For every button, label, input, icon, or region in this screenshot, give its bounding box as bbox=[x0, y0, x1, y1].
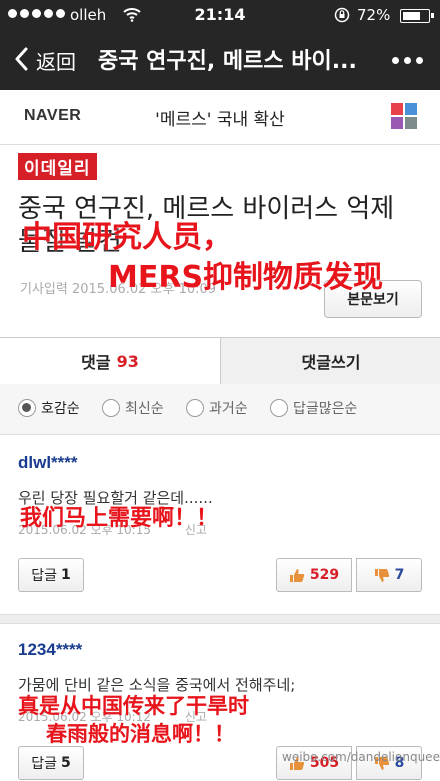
comment-divider bbox=[0, 614, 440, 624]
press-logo: 이데일리 bbox=[18, 153, 97, 180]
comment-count: 93 bbox=[116, 351, 139, 371]
more-options-icon[interactable] bbox=[392, 57, 423, 64]
overlay-caption-comment-1: 我们马上需要啊！！ bbox=[20, 506, 219, 531]
tab-comments[interactable]: 댓글 93 bbox=[0, 338, 220, 384]
status-bar: olleh 21:14 72% bbox=[0, 0, 440, 30]
dislike-button[interactable]: 7 bbox=[356, 558, 422, 592]
sort-label: 호감순 bbox=[41, 401, 80, 417]
sort-option-most-replies[interactable]: 답글많은순 bbox=[270, 398, 357, 418]
rotation-lock-icon bbox=[334, 7, 350, 23]
sort-label: 과거순 bbox=[209, 401, 248, 417]
chevron-left-icon[interactable] bbox=[14, 47, 28, 71]
watermark: weibo.com/dandelionqueen bbox=[282, 750, 440, 764]
sort-options: 호감순 최신순 과거순 답글많은순 bbox=[0, 384, 440, 435]
top-bar: olleh 21:14 72% 返回 중국 연구진, 메르스 바이... bbox=[0, 0, 440, 90]
sort-label: 최신순 bbox=[125, 401, 164, 417]
sort-option-newest[interactable]: 최신순 bbox=[102, 398, 164, 418]
like-button[interactable]: 529 bbox=[276, 558, 352, 592]
naver-header: NAVER '메르스' 국내 확산 bbox=[0, 90, 440, 145]
radio-icon[interactable] bbox=[186, 399, 204, 417]
overlay-caption-headline-2: MERS抑制物质发现 bbox=[108, 260, 384, 295]
tab-comments-label: 댓글 bbox=[81, 353, 111, 372]
comment-tabs: 댓글 93 댓글쓰기 bbox=[0, 337, 440, 385]
sort-option-likes[interactable]: 호감순 bbox=[18, 398, 80, 418]
battery-icon bbox=[400, 9, 430, 23]
thumbs-down-icon bbox=[374, 568, 389, 582]
radio-icon[interactable] bbox=[270, 399, 288, 417]
tab-write-comment[interactable]: 댓글쓰기 bbox=[220, 338, 440, 384]
overlay-caption-comment-2-line-2: 春雨般的消息啊！！ bbox=[46, 722, 235, 746]
battery-percentage: 72% bbox=[357, 6, 391, 24]
reply-button[interactable]: 답글 5 bbox=[18, 746, 84, 780]
back-button[interactable]: 返回 bbox=[36, 46, 76, 75]
thumbs-up-icon bbox=[289, 568, 304, 582]
comment-username[interactable]: dlwl**** bbox=[18, 453, 78, 473]
reply-label: 답글 bbox=[31, 756, 57, 772]
like-count: 529 bbox=[309, 567, 340, 583]
page-title: 중국 연구진, 메르스 바이... bbox=[98, 49, 357, 74]
dislike-count: 7 bbox=[394, 567, 405, 583]
topic-title: '메르스' 국내 확산 bbox=[155, 110, 285, 130]
radio-selected-icon[interactable] bbox=[18, 399, 36, 417]
sort-label: 답글많은순 bbox=[293, 401, 358, 417]
reply-label: 답글 bbox=[31, 568, 57, 584]
overlay-caption-comment-2-line-1: 真是从中国传来了干旱时 bbox=[18, 694, 249, 718]
comment-username[interactable]: 1234**** bbox=[18, 640, 82, 660]
menu-grid-icon[interactable] bbox=[391, 103, 417, 129]
reply-count: 5 bbox=[61, 755, 71, 771]
reply-count: 1 bbox=[61, 567, 71, 583]
radio-icon[interactable] bbox=[102, 399, 120, 417]
sort-option-oldest[interactable]: 과거순 bbox=[186, 398, 248, 418]
overlay-caption-headline-1: 中国研究人员， bbox=[22, 220, 232, 255]
battery-nub bbox=[431, 13, 434, 18]
navigation-bar: 返回 중국 연구진, 메르스 바이... bbox=[0, 30, 440, 90]
reply-button[interactable]: 답글 1 bbox=[18, 558, 84, 592]
